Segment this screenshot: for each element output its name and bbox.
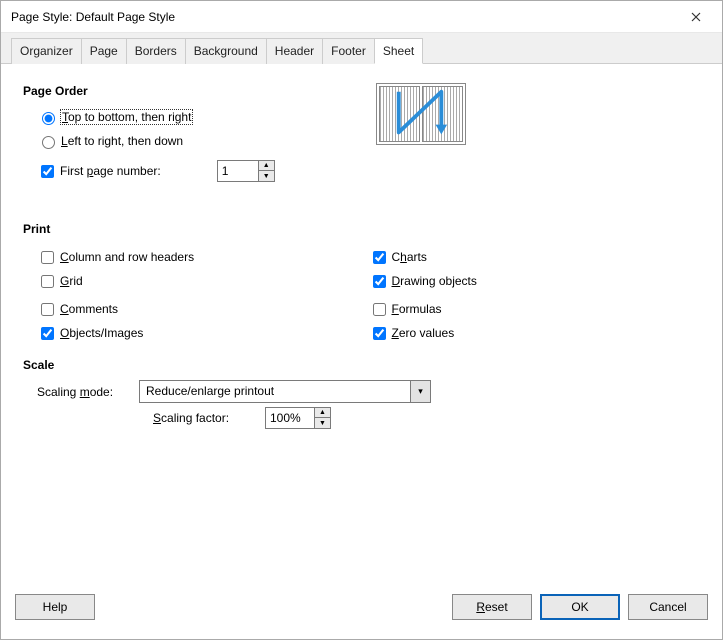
scaling-factor-spin[interactable]: ▲ ▼	[265, 407, 331, 429]
chevron-down-icon[interactable]: ▾	[410, 381, 430, 402]
reset-button-label: Reset	[476, 600, 507, 614]
scaling-factor-input[interactable]	[266, 408, 314, 428]
dialog-title: Page Style: Default Page Style	[11, 10, 676, 24]
check-drawing-objects[interactable]	[373, 275, 386, 288]
spin-up-icon[interactable]: ▲	[315, 408, 330, 418]
scaling-factor-label: Scaling factor:	[153, 411, 265, 425]
check-formulas[interactable]	[373, 303, 386, 316]
check-grid-label[interactable]: Grid	[60, 274, 83, 288]
ok-button[interactable]: OK	[540, 594, 620, 620]
ok-button-label: OK	[571, 600, 588, 614]
tab-organizer[interactable]: Organizer	[11, 38, 82, 64]
tab-sheet[interactable]: Sheet	[374, 38, 423, 64]
spin-down-icon[interactable]: ▼	[315, 418, 330, 428]
help-button-label: Help	[43, 600, 68, 614]
check-zero-values[interactable]	[373, 327, 386, 340]
check-charts-label[interactable]: Charts	[392, 250, 427, 264]
spin-down-icon[interactable]: ▼	[259, 171, 274, 181]
check-formulas-label[interactable]: Formulas	[392, 302, 442, 316]
radio-top-to-bottom-label[interactable]: Top to bottom, then right	[61, 110, 192, 124]
button-bar: Help Reset OK Cancel	[1, 587, 722, 639]
check-objects-images-label[interactable]: Objects/Images	[60, 326, 143, 340]
scaling-mode-value: Reduce/enlarge printout	[140, 381, 410, 402]
reset-button[interactable]: Reset	[452, 594, 532, 620]
tab-footer[interactable]: Footer	[322, 38, 375, 64]
spin-up-icon[interactable]: ▲	[259, 161, 274, 171]
check-zero-values-label[interactable]: Zero values	[392, 326, 455, 340]
titlebar: Page Style: Default Page Style	[1, 1, 722, 33]
first-page-number-label[interactable]: First page number:	[60, 164, 161, 178]
radio-left-to-right-label[interactable]: Left to right, then down	[61, 134, 183, 148]
check-drawing-objects-label[interactable]: Drawing objects	[392, 274, 477, 288]
dialog-content: Page Order Top to bottom, then right Lef…	[1, 64, 722, 587]
radio-top-to-bottom[interactable]	[42, 112, 55, 125]
tab-background[interactable]: Background	[185, 38, 267, 64]
check-objects-images[interactable]	[41, 327, 54, 340]
dialog-window: Page Style: Default Page Style Organizer…	[0, 0, 723, 640]
tabbar: Organizer Page Borders Background Header…	[1, 33, 722, 64]
tab-header[interactable]: Header	[266, 38, 323, 64]
radio-left-to-right[interactable]	[42, 136, 55, 149]
close-icon	[691, 12, 701, 22]
first-page-number-spin[interactable]: ▲ ▼	[217, 160, 275, 182]
first-page-number-input[interactable]	[218, 161, 258, 181]
check-grid[interactable]	[41, 275, 54, 288]
check-col-row-headers[interactable]	[41, 251, 54, 264]
tab-borders[interactable]: Borders	[126, 38, 186, 64]
scaling-mode-select[interactable]: Reduce/enlarge printout ▾	[139, 380, 431, 403]
tab-page[interactable]: Page	[81, 38, 127, 64]
scaling-mode-label: Scaling mode:	[23, 385, 139, 399]
help-button[interactable]: Help	[15, 594, 95, 620]
section-scale-title: Scale	[23, 358, 700, 372]
section-print-title: Print	[23, 222, 700, 236]
check-comments-label[interactable]: Comments	[60, 302, 118, 316]
page-order-preview	[376, 83, 466, 145]
close-button[interactable]	[676, 2, 716, 32]
cancel-button[interactable]: Cancel	[628, 594, 708, 620]
check-comments[interactable]	[41, 303, 54, 316]
check-first-page-number[interactable]	[41, 165, 54, 178]
section-page-order-title: Page Order	[23, 84, 700, 98]
cancel-button-label: Cancel	[649, 600, 686, 614]
check-col-row-headers-label[interactable]: Column and row headers	[60, 250, 194, 264]
check-charts[interactable]	[373, 251, 386, 264]
